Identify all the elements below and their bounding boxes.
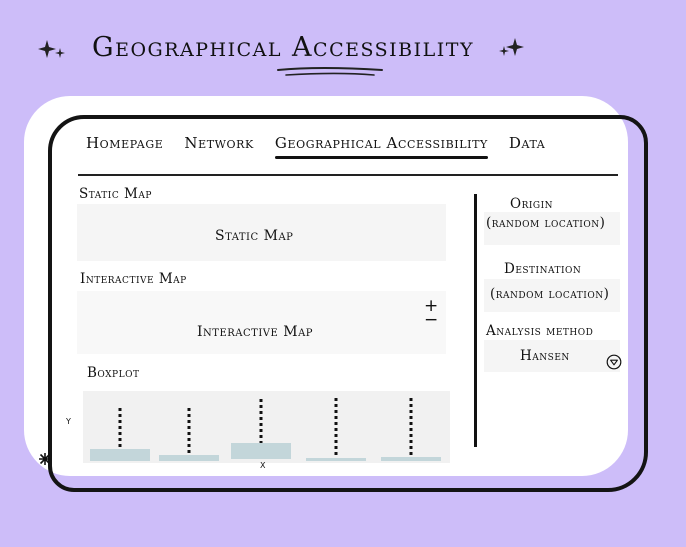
- asterisk-icon: [39, 453, 51, 465]
- boxplot-x-axis-label: X: [260, 461, 266, 470]
- vertical-divider: [474, 194, 477, 447]
- nav-item-homepage[interactable]: Homepage: [86, 134, 163, 152]
- nav-item-data[interactable]: Data: [509, 134, 545, 152]
- sparkle-icon: [38, 40, 65, 58]
- sparkle-icon: [499, 38, 524, 56]
- nav-item-network[interactable]: Network: [184, 134, 254, 152]
- interactive-map-placeholder: Interactive Map: [197, 324, 314, 340]
- title-underline: [277, 67, 383, 76]
- zoom-out-icon[interactable]: −: [424, 312, 438, 329]
- boxplot-chart: [90, 398, 441, 461]
- destination-label: Destination: [504, 261, 582, 277]
- nav-item-geographical-accessibility[interactable]: Geographical Accessibility: [274, 134, 488, 159]
- static-map-placeholder: Static Map: [215, 228, 294, 244]
- boxplot-box: [90, 443, 441, 461]
- dropdown-arrow-icon[interactable]: [606, 354, 622, 370]
- analysis-method-label: Analysis method: [486, 323, 594, 339]
- analysis-method-value: Hansen: [520, 348, 570, 364]
- boxplot-y-axis-label: Y: [66, 417, 71, 426]
- nav-bar: Homepage Network Geographical Accessibil…: [86, 134, 545, 159]
- destination-value: (random location): [490, 286, 610, 302]
- boxplot-label: Boxplot: [87, 365, 140, 381]
- origin-value: (random location): [486, 215, 606, 231]
- page-title: Geographical Accessibility: [92, 32, 474, 63]
- origin-label: Origin: [510, 196, 554, 212]
- interactive-map-panel[interactable]: [77, 291, 446, 354]
- interactive-map-label: Interactive Map: [80, 271, 187, 287]
- static-map-label: Static Map: [79, 186, 152, 202]
- nav-divider: [78, 174, 618, 176]
